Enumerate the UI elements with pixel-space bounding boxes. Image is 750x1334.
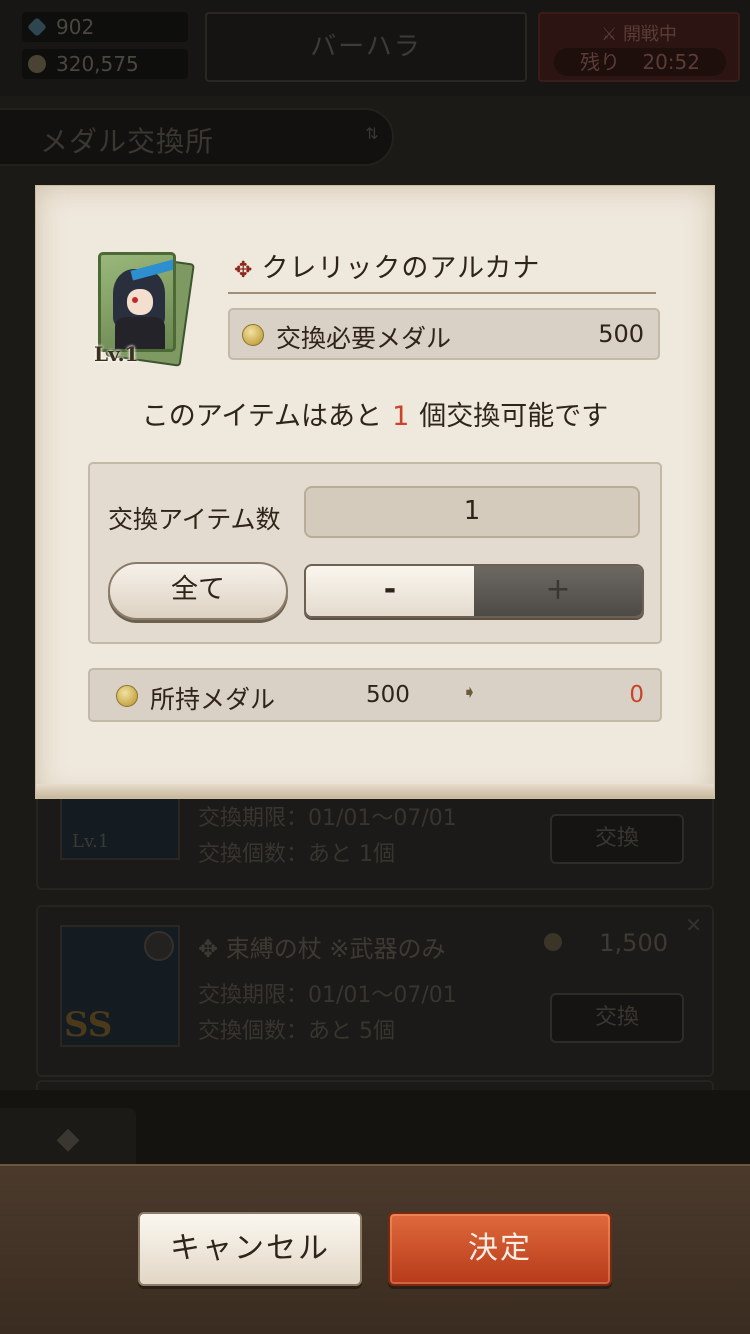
ornament-icon: ✥ (234, 258, 254, 283)
required-medal-value: 500 (598, 320, 644, 348)
magnify-icon[interactable] (144, 931, 174, 961)
back-arrow-icon[interactable]: ◆ (0, 1108, 136, 1170)
required-medal-label: 交換必要メダル (276, 324, 452, 353)
item-level: Lv.1 (72, 831, 110, 852)
gem-count: 902 (56, 15, 95, 39)
decrement-button[interactable]: - (306, 566, 474, 616)
gem-icon (27, 17, 47, 37)
arrow-right-icon: ➧ (462, 682, 478, 703)
item-thumbnail: SS (60, 925, 180, 1047)
cancel-button[interactable]: キャンセル (138, 1212, 362, 1286)
gold-count: 320,575 (56, 52, 139, 76)
quantity-stepper: - + (304, 564, 644, 618)
remaining-count: 1 (392, 401, 410, 432)
item-card-image: Lv.1 (94, 252, 195, 367)
item-level: Lv.1 (94, 342, 139, 366)
owned-medal-current: 500 (366, 682, 410, 708)
dialog-footer: キャンセル 決定 (0, 1164, 750, 1334)
battle-status-panel[interactable]: ⚔ 開戦中 残り 20:52 (538, 12, 740, 82)
page-title: メダル交換所 (40, 125, 215, 158)
gem-counter: 902 (22, 12, 188, 42)
owned-medal-row: 所持メダル 500 ➧ 0 (88, 668, 662, 722)
exchange-limit-notice: このアイテムはあと 1 個交換可能です (141, 401, 609, 432)
increment-button[interactable]: + (474, 566, 642, 616)
confirm-button[interactable]: 決定 (388, 1212, 612, 1286)
divider (228, 292, 656, 294)
list-item: SS ✥ 束縛の杖 ※武器のみ 1,500 ✕ 交換期限：01/01～07/01… (36, 905, 714, 1077)
exchange-period: 交換期限：01/01～07/01 (198, 983, 457, 1008)
medal-icon (544, 933, 562, 951)
battle-timer: 残り 20:52 (554, 48, 726, 76)
character-portrait (98, 252, 176, 352)
exchange-period: 交換期限：01/01～07/01 (198, 806, 457, 831)
crossed-swords-icon: ⚔ (601, 24, 618, 45)
exchange-count: 交換個数：あと 1個 (198, 842, 395, 867)
remaining-label: 残り (580, 50, 620, 74)
top-status-bar: 902 320,575 バーハラ ⚔ 開戦中 残り 20:52 (0, 0, 750, 96)
owned-medal-label: 所持メダル (150, 685, 276, 714)
exchange-button[interactable]: 交換 (550, 993, 684, 1043)
rank-badge: SS (64, 1005, 113, 1045)
owned-medal-after: 0 (629, 682, 644, 708)
gold-coin-icon (28, 55, 46, 73)
gold-counter: 320,575 (22, 49, 188, 79)
select-all-button[interactable]: 全て (108, 562, 288, 620)
quantity-field[interactable]: 1 (304, 486, 640, 538)
item-price: 1,500 (599, 929, 668, 957)
remaining-time: 20:52 (642, 50, 700, 74)
exchange-count: 交換個数：あと 5個 (198, 1019, 395, 1044)
item-name: ✥ 束縛の杖 ※武器のみ (198, 935, 446, 963)
required-medal-row: 交換必要メダル 500 (228, 308, 660, 360)
area-name-button[interactable]: バーハラ (205, 12, 527, 82)
page-title-bar: メダル交換所 ⇅ (0, 108, 394, 166)
battle-status: ⚔ 開戦中 (601, 24, 677, 45)
exchange-button[interactable]: 交換 (550, 814, 684, 864)
quantity-label: 交換アイテム数 (108, 505, 281, 534)
item-name: ✥ クレリックのアルカナ (234, 253, 541, 284)
medal-icon (242, 324, 264, 346)
exchange-dialog: Lv.1 ✥ クレリックのアルカナ 交換必要メダル 500 このアイテムはあと 1 個… (36, 186, 714, 798)
sort-icon[interactable]: ⇅ (360, 124, 384, 150)
close-icon[interactable]: ✕ (685, 913, 702, 937)
quantity-panel: 交換アイテム数 1 全て - + (88, 462, 662, 644)
medal-icon (116, 685, 138, 707)
